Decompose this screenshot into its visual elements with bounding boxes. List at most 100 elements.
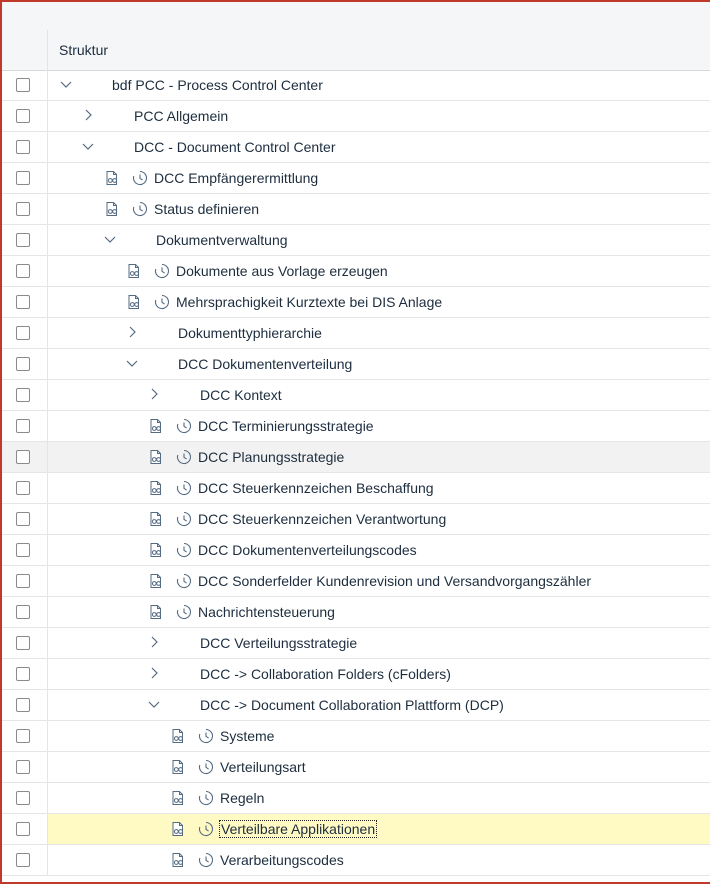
row-checkbox[interactable] xyxy=(16,729,30,743)
row-selector[interactable] xyxy=(2,442,48,472)
row-selector[interactable] xyxy=(2,659,48,689)
tree-node[interactable]: Systeme xyxy=(48,721,710,751)
clock-icon[interactable] xyxy=(198,759,214,775)
row-selector[interactable] xyxy=(2,318,48,348)
row-selector[interactable] xyxy=(2,566,48,596)
document-glasses-icon[interactable] xyxy=(170,790,186,806)
row-checkbox[interactable] xyxy=(16,481,30,495)
clock-icon[interactable] xyxy=(176,418,192,434)
tree-row[interactable]: bdf PCC - Process Control Center xyxy=(2,70,710,101)
row-selector[interactable] xyxy=(2,690,48,720)
tree-node[interactable]: Mehrsprachigkeit Kurztexte bei DIS Anlag… xyxy=(48,287,710,317)
tree-node-label[interactable]: Dokumente aus Vorlage erzeugen xyxy=(176,263,388,279)
clock-icon[interactable] xyxy=(176,573,192,589)
row-selector[interactable] xyxy=(2,535,48,565)
tree-node[interactable]: Verarbeitungscodes xyxy=(48,845,710,875)
tree-node-label[interactable]: DCC Steuerkennzeichen Verantwortung xyxy=(198,511,446,527)
tree-node[interactable]: bdf PCC - Process Control Center xyxy=(48,70,710,100)
row-checkbox[interactable] xyxy=(16,388,30,402)
tree-row[interactable]: Dokumente aus Vorlage erzeugen xyxy=(2,256,710,287)
row-checkbox[interactable] xyxy=(16,667,30,681)
row-checkbox[interactable] xyxy=(16,822,30,836)
row-checkbox[interactable] xyxy=(16,450,30,464)
tree-row[interactable]: Systeme xyxy=(2,721,710,752)
clock-icon[interactable] xyxy=(132,201,148,217)
tree-row[interactable]: Dokumenttyphierarchie xyxy=(2,318,710,349)
tree-node[interactable]: Status definieren xyxy=(48,194,710,224)
tree-node-label[interactable]: DCC Dokumentenverteilungscodes xyxy=(198,542,417,558)
tree-node[interactable]: DCC Dokumentenverteilungscodes xyxy=(48,535,710,565)
clock-icon[interactable] xyxy=(176,480,192,496)
tree-row[interactable]: DCC Empfängerermittlung xyxy=(2,163,710,194)
tree-node[interactable]: DCC Empfängerermittlung xyxy=(48,163,710,193)
chevron-right-icon[interactable] xyxy=(147,634,161,650)
clock-icon[interactable] xyxy=(154,294,170,310)
row-selector[interactable] xyxy=(2,225,48,255)
clock-icon[interactable] xyxy=(154,263,170,279)
tree-row[interactable]: Status definieren xyxy=(2,194,710,225)
tree-row[interactable]: DCC -> Document Collaboration Plattform … xyxy=(2,690,710,721)
tree-row[interactable]: DCC Terminierungsstrategie xyxy=(2,411,710,442)
row-checkbox[interactable] xyxy=(16,140,30,154)
select-all-column[interactable] xyxy=(2,30,48,70)
tree-row[interactable]: DCC Steuerkennzeichen Verantwortung xyxy=(2,504,710,535)
row-selector[interactable] xyxy=(2,411,48,441)
document-glasses-icon[interactable] xyxy=(126,263,142,279)
chevron-down-icon[interactable] xyxy=(125,355,139,371)
tree-node[interactable]: DCC Planungsstrategie xyxy=(48,442,710,472)
tree-row[interactable]: DCC Dokumentenverteilung xyxy=(2,349,710,380)
tree-node-label[interactable]: DCC Sonderfelder Kundenrevision und Vers… xyxy=(198,573,591,589)
row-selector[interactable] xyxy=(2,814,48,844)
tree-node-label[interactable]: Systeme xyxy=(220,728,274,744)
tree-node[interactable]: Verteilbare Applikationen xyxy=(48,814,710,844)
row-selector[interactable] xyxy=(2,845,48,875)
row-selector[interactable] xyxy=(2,473,48,503)
clock-icon[interactable] xyxy=(198,821,214,837)
document-glasses-icon[interactable] xyxy=(170,759,186,775)
clock-icon[interactable] xyxy=(198,728,214,744)
row-checkbox[interactable] xyxy=(16,419,30,433)
tree-node-label[interactable]: Verarbeitungscodes xyxy=(220,852,344,868)
row-checkbox[interactable] xyxy=(16,78,30,92)
row-selector[interactable] xyxy=(2,349,48,379)
tree-node[interactable]: DCC Steuerkennzeichen Beschaffung xyxy=(48,473,710,503)
row-selector[interactable] xyxy=(2,256,48,286)
row-checkbox[interactable] xyxy=(16,574,30,588)
row-checkbox[interactable] xyxy=(16,605,30,619)
tree-row[interactable]: Verteilbare Applikationen xyxy=(2,814,710,845)
tree-row[interactable]: DCC Kontext xyxy=(2,380,710,411)
row-selector[interactable] xyxy=(2,752,48,782)
row-selector[interactable] xyxy=(2,287,48,317)
document-glasses-icon[interactable] xyxy=(148,511,164,527)
tree-node-label[interactable]: Verteilbare Applikationen xyxy=(218,820,378,838)
tree-row[interactable]: Verteilungsart xyxy=(2,752,710,783)
row-checkbox[interactable] xyxy=(16,171,30,185)
document-glasses-icon[interactable] xyxy=(148,449,164,465)
tree-row[interactable]: Verarbeitungscodes xyxy=(2,845,710,876)
tree-node[interactable]: Dokumente aus Vorlage erzeugen xyxy=(48,256,710,286)
row-checkbox[interactable] xyxy=(16,202,30,216)
tree-node[interactable]: DCC -> Document Collaboration Plattform … xyxy=(48,690,710,720)
clock-icon[interactable] xyxy=(132,170,148,186)
row-selector[interactable] xyxy=(2,380,48,410)
row-checkbox[interactable] xyxy=(16,698,30,712)
row-checkbox[interactable] xyxy=(16,264,30,278)
row-checkbox[interactable] xyxy=(16,636,30,650)
chevron-right-icon[interactable] xyxy=(81,107,95,123)
chevron-right-icon[interactable] xyxy=(147,386,161,402)
clock-icon[interactable] xyxy=(198,790,214,806)
document-glasses-icon[interactable] xyxy=(148,418,164,434)
tree-node-label[interactable]: DCC Terminierungsstrategie xyxy=(198,418,374,434)
row-checkbox[interactable] xyxy=(16,109,30,123)
document-glasses-icon[interactable] xyxy=(148,480,164,496)
chevron-down-icon[interactable] xyxy=(81,138,95,154)
row-selector[interactable] xyxy=(2,504,48,534)
tree-node-label[interactable]: DCC Empfängerermittlung xyxy=(154,170,318,186)
tree-node[interactable]: Dokumentverwaltung xyxy=(48,225,710,255)
row-selector[interactable] xyxy=(2,783,48,813)
tree-row[interactable]: Regeln xyxy=(2,783,710,814)
document-glasses-icon[interactable] xyxy=(148,542,164,558)
tree-node-label[interactable]: DCC Steuerkennzeichen Beschaffung xyxy=(198,480,434,496)
tree-row[interactable]: DCC Sonderfelder Kundenrevision und Vers… xyxy=(2,566,710,597)
tree-node[interactable]: PCC Allgemein xyxy=(48,101,710,131)
